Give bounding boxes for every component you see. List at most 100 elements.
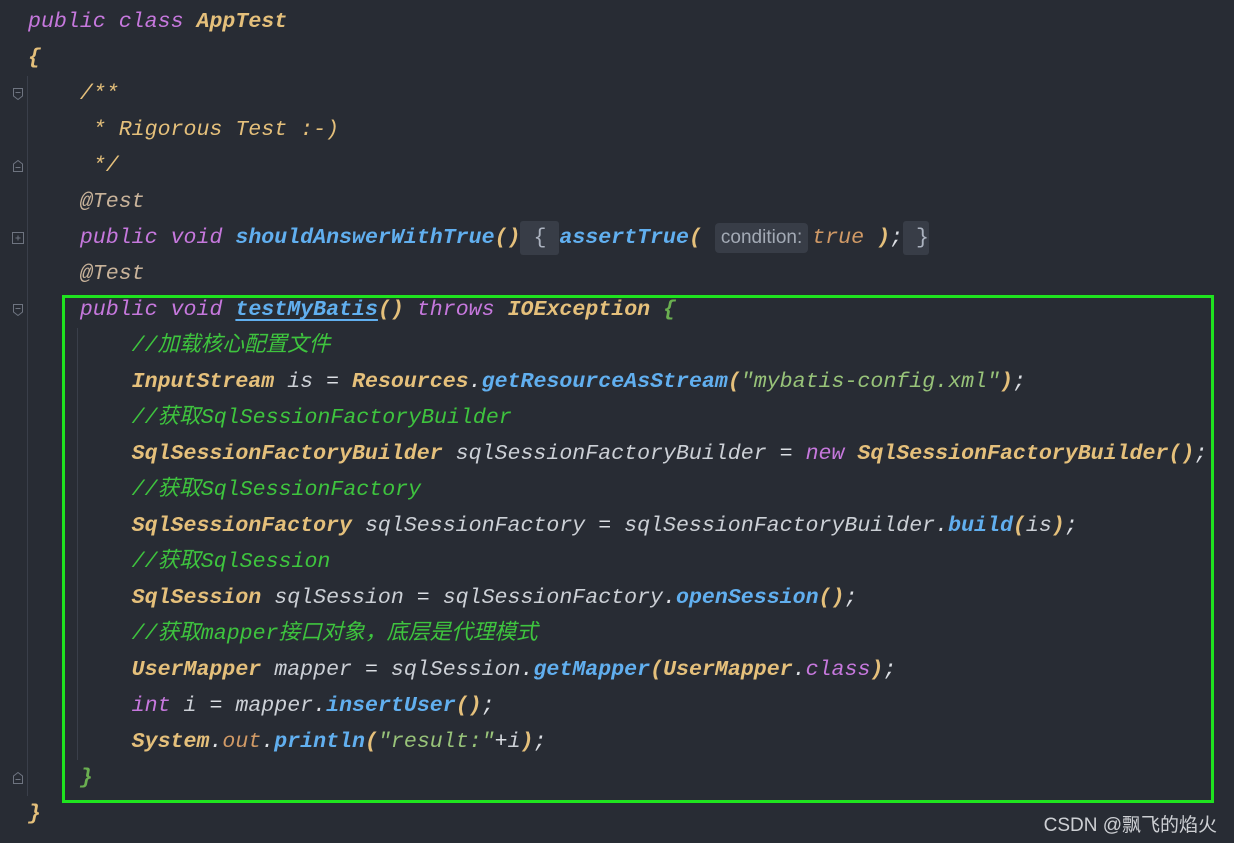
parenthesis-token: () xyxy=(818,586,845,610)
operator-token: ; xyxy=(481,694,495,718)
code-line[interactable]: InputStream is = Resources.getResourceAs… xyxy=(0,364,1234,400)
operator-token: ; xyxy=(1064,514,1078,538)
class-name-token: IOException xyxy=(507,298,651,322)
annotation-token: @Test xyxy=(79,262,145,286)
code-line[interactable]: //获取SqlSession xyxy=(0,544,1234,580)
operator-token: ; xyxy=(533,730,547,754)
folded-code-placeholder[interactable]: { xyxy=(520,221,560,255)
code-line[interactable]: } xyxy=(0,760,1234,796)
class-name-token: SqlSessionFactoryBuilder xyxy=(131,442,443,466)
fold-end-icon[interactable] xyxy=(11,771,25,785)
watermark: CSDN @飘飞的焰火 xyxy=(1043,815,1217,836)
fold-collapse-icon[interactable] xyxy=(11,87,25,101)
operator-token: ; xyxy=(883,658,897,682)
keyword-token: class xyxy=(805,658,871,682)
variable-token: i xyxy=(507,730,521,754)
code-line[interactable]: //加载核心配置文件 xyxy=(0,328,1234,364)
variable-token: is xyxy=(1025,514,1052,538)
doc-comment: /** xyxy=(79,82,119,106)
parenthesis-token: ) xyxy=(877,226,891,250)
string-literal: "mybatis-config.xml" xyxy=(740,370,1000,394)
code-area[interactable]: public class AppTest { /** * Rigorous Tes… xyxy=(0,4,1234,832)
variable-token: mapper xyxy=(274,658,352,682)
operator-token: . xyxy=(935,514,949,538)
keyword-token: int xyxy=(131,694,171,718)
code-line[interactable]: //获取mapper接口对象，底层是代理模式 xyxy=(0,616,1234,652)
fold-collapse-icon[interactable] xyxy=(11,87,25,101)
fold-end-icon[interactable] xyxy=(11,159,25,173)
operator-token: = xyxy=(403,586,443,610)
code-line[interactable]: /** xyxy=(0,76,1234,112)
code-line[interactable]: //获取SqlSessionFactory xyxy=(0,472,1234,508)
code-line[interactable]: //获取SqlSessionFactoryBuilder xyxy=(0,400,1234,436)
line-comment: //获取SqlSessionFactoryBuilder xyxy=(131,406,512,430)
folded-code-placeholder[interactable]: } xyxy=(903,221,929,255)
operator-token: = xyxy=(196,694,236,718)
parenthesis-token: () xyxy=(455,694,482,718)
method-name-token: shouldAnswerWithTrue xyxy=(235,226,495,250)
code-line[interactable]: @Test xyxy=(0,184,1234,220)
code-line[interactable]: */ xyxy=(0,148,1234,184)
operator-token: ; xyxy=(1012,370,1026,394)
code-line[interactable]: int i = mapper.insertUser(); xyxy=(0,688,1234,724)
fold-end-icon[interactable] xyxy=(11,771,25,785)
variable-token: sqlSession xyxy=(274,586,404,610)
parenthesis-token: () xyxy=(1168,442,1195,466)
code-line[interactable]: System.out.println("result:"+i); xyxy=(0,724,1234,760)
method-call-token: insertUser xyxy=(326,694,456,718)
class-brace-token: } xyxy=(28,802,41,826)
code-line[interactable]: SqlSession sqlSession = sqlSessionFactor… xyxy=(0,580,1234,616)
fold-expand-icon[interactable] xyxy=(11,231,25,245)
keyword-token: public xyxy=(79,226,158,250)
code-line[interactable]: public void testMyBatis() throws IOExcep… xyxy=(0,292,1234,328)
method-call-token: openSession xyxy=(675,586,819,610)
fold-expand-icon[interactable] xyxy=(11,231,25,245)
fold-end-icon[interactable] xyxy=(11,159,25,173)
variable-token: sqlSessionFactoryBuilder xyxy=(624,514,936,538)
code-line[interactable]: SqlSessionFactory sqlSessionFactory = sq… xyxy=(0,508,1234,544)
class-brace-token: { xyxy=(28,46,41,70)
annotation-token: @Test xyxy=(79,190,145,214)
doc-comment: * Rigorous Test :-) xyxy=(92,118,340,142)
operator-token: = xyxy=(766,442,806,466)
fold-collapse-icon[interactable] xyxy=(11,303,25,317)
fold-collapse-icon[interactable] xyxy=(11,303,25,317)
code-line[interactable]: { xyxy=(0,40,1234,76)
method-name-token: assertTrue xyxy=(559,226,689,250)
parenthesis-token: ( xyxy=(650,658,664,682)
keyword-token: throws xyxy=(416,298,495,322)
method-brace-token: { xyxy=(663,298,677,322)
class-name-token: AppTest xyxy=(196,10,288,34)
variable-token: is xyxy=(287,370,314,394)
keyword-token: class xyxy=(118,10,184,34)
code-line[interactable]: public class AppTest xyxy=(0,4,1234,40)
parenthesis-token: ) xyxy=(999,370,1013,394)
code-line[interactable]: @Test xyxy=(0,256,1234,292)
class-name-token: SqlSession xyxy=(131,586,262,610)
operator-token: . xyxy=(663,586,676,610)
operator-token: . xyxy=(209,730,223,754)
doc-comment: */ xyxy=(92,154,119,178)
variable-token: sqlSessionFactoryBuilder xyxy=(455,442,767,466)
code-line[interactable]: UserMapper mapper = sqlSession.getMapper… xyxy=(0,652,1234,688)
parameter-hint: condition: xyxy=(714,223,809,253)
operator-token: ; xyxy=(890,226,903,250)
code-line[interactable]: * Rigorous Test :-) xyxy=(0,112,1234,148)
code-line[interactable]: SqlSessionFactoryBuilder sqlSessionFacto… xyxy=(0,436,1234,472)
code-line[interactable]: public void shouldAnswerWithTrue() { ass… xyxy=(0,220,1234,256)
